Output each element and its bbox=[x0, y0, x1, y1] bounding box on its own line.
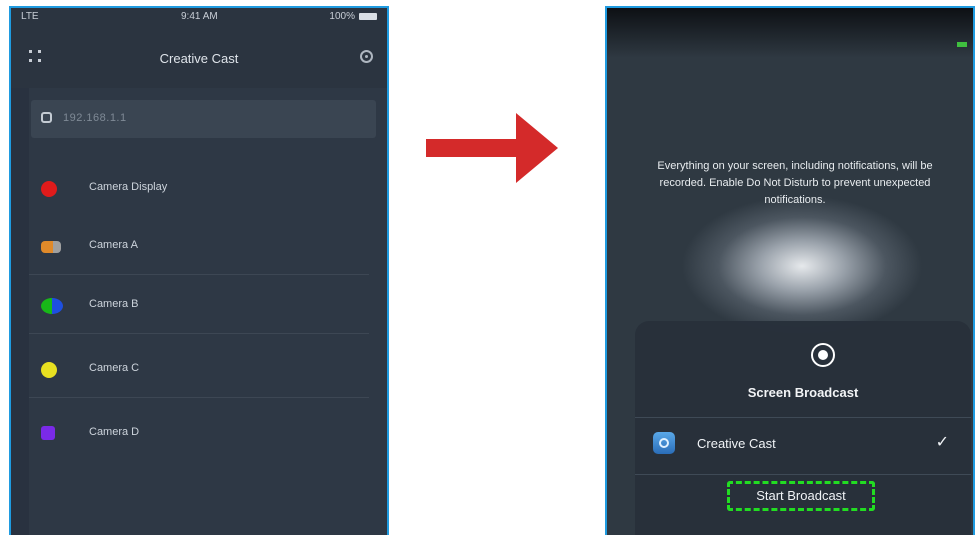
creative-cast-app-screen: LTE 9:41 AM 100% Creative Cast 192.168.1… bbox=[9, 6, 389, 535]
camera-color-dot bbox=[41, 298, 63, 314]
camera-row[interactable]: Camera B bbox=[29, 278, 387, 334]
camera-color-dot bbox=[41, 426, 55, 440]
battery-status: 100% bbox=[329, 11, 377, 22]
camera-color-dot bbox=[41, 181, 57, 197]
camera-row[interactable]: Camera D bbox=[29, 406, 387, 462]
start-broadcast-button[interactable]: Start Broadcast bbox=[727, 481, 875, 511]
broadcast-app-row[interactable]: Creative Cast ✓ bbox=[635, 417, 971, 475]
app-title: Creative Cast bbox=[159, 51, 239, 66]
camera-list-panel: 192.168.1.1 Camera Display Camera A Came… bbox=[29, 88, 387, 535]
camera-label: Camera Display bbox=[89, 181, 168, 193]
signal-indicator: LTE bbox=[21, 11, 39, 22]
ip-address-value: 192.168.1.1 bbox=[63, 112, 127, 124]
row-divider bbox=[29, 333, 369, 334]
status-bar: LTE 9:41 AM 100% bbox=[11, 8, 387, 26]
camera-row[interactable]: Camera C bbox=[29, 342, 387, 398]
row-divider bbox=[29, 397, 369, 398]
sheet-title: Screen Broadcast bbox=[747, 385, 859, 400]
camera-row[interactable]: Camera Display bbox=[29, 161, 387, 217]
top-shade bbox=[607, 8, 973, 58]
broadcast-warning-text: Everything on your screen, including not… bbox=[657, 160, 933, 206]
app-label: Creative Cast bbox=[697, 436, 776, 451]
battery-icon bbox=[359, 13, 377, 20]
camera-label: Camera B bbox=[89, 298, 139, 310]
battery-icon bbox=[957, 42, 967, 47]
record-icon bbox=[811, 343, 835, 367]
camera-color-dot bbox=[41, 362, 57, 378]
camera-label: Camera A bbox=[89, 239, 138, 251]
camera-label: Camera D bbox=[89, 426, 140, 438]
camera-row[interactable]: Camera A bbox=[29, 219, 387, 275]
screen-broadcast-screen: Everything on your screen, including not… bbox=[605, 6, 975, 535]
camera-label: Camera C bbox=[89, 362, 140, 374]
app-icon bbox=[653, 432, 675, 454]
broadcast-sheet: Screen Broadcast Creative Cast ✓ Start B… bbox=[635, 321, 971, 535]
camera-color-dot bbox=[41, 241, 61, 253]
nav-bar: Creative Cast bbox=[11, 26, 387, 86]
checkmark-icon: ✓ bbox=[935, 434, 949, 451]
ip-address-field[interactable]: 192.168.1.1 bbox=[31, 100, 376, 138]
link-icon bbox=[41, 112, 52, 123]
side-rail bbox=[11, 88, 29, 535]
row-divider bbox=[29, 274, 369, 275]
status-time: 9:41 AM bbox=[181, 11, 218, 22]
arrow-right-icon bbox=[426, 113, 558, 183]
gear-icon[interactable] bbox=[360, 50, 373, 63]
battery-percent: 100% bbox=[329, 11, 355, 22]
